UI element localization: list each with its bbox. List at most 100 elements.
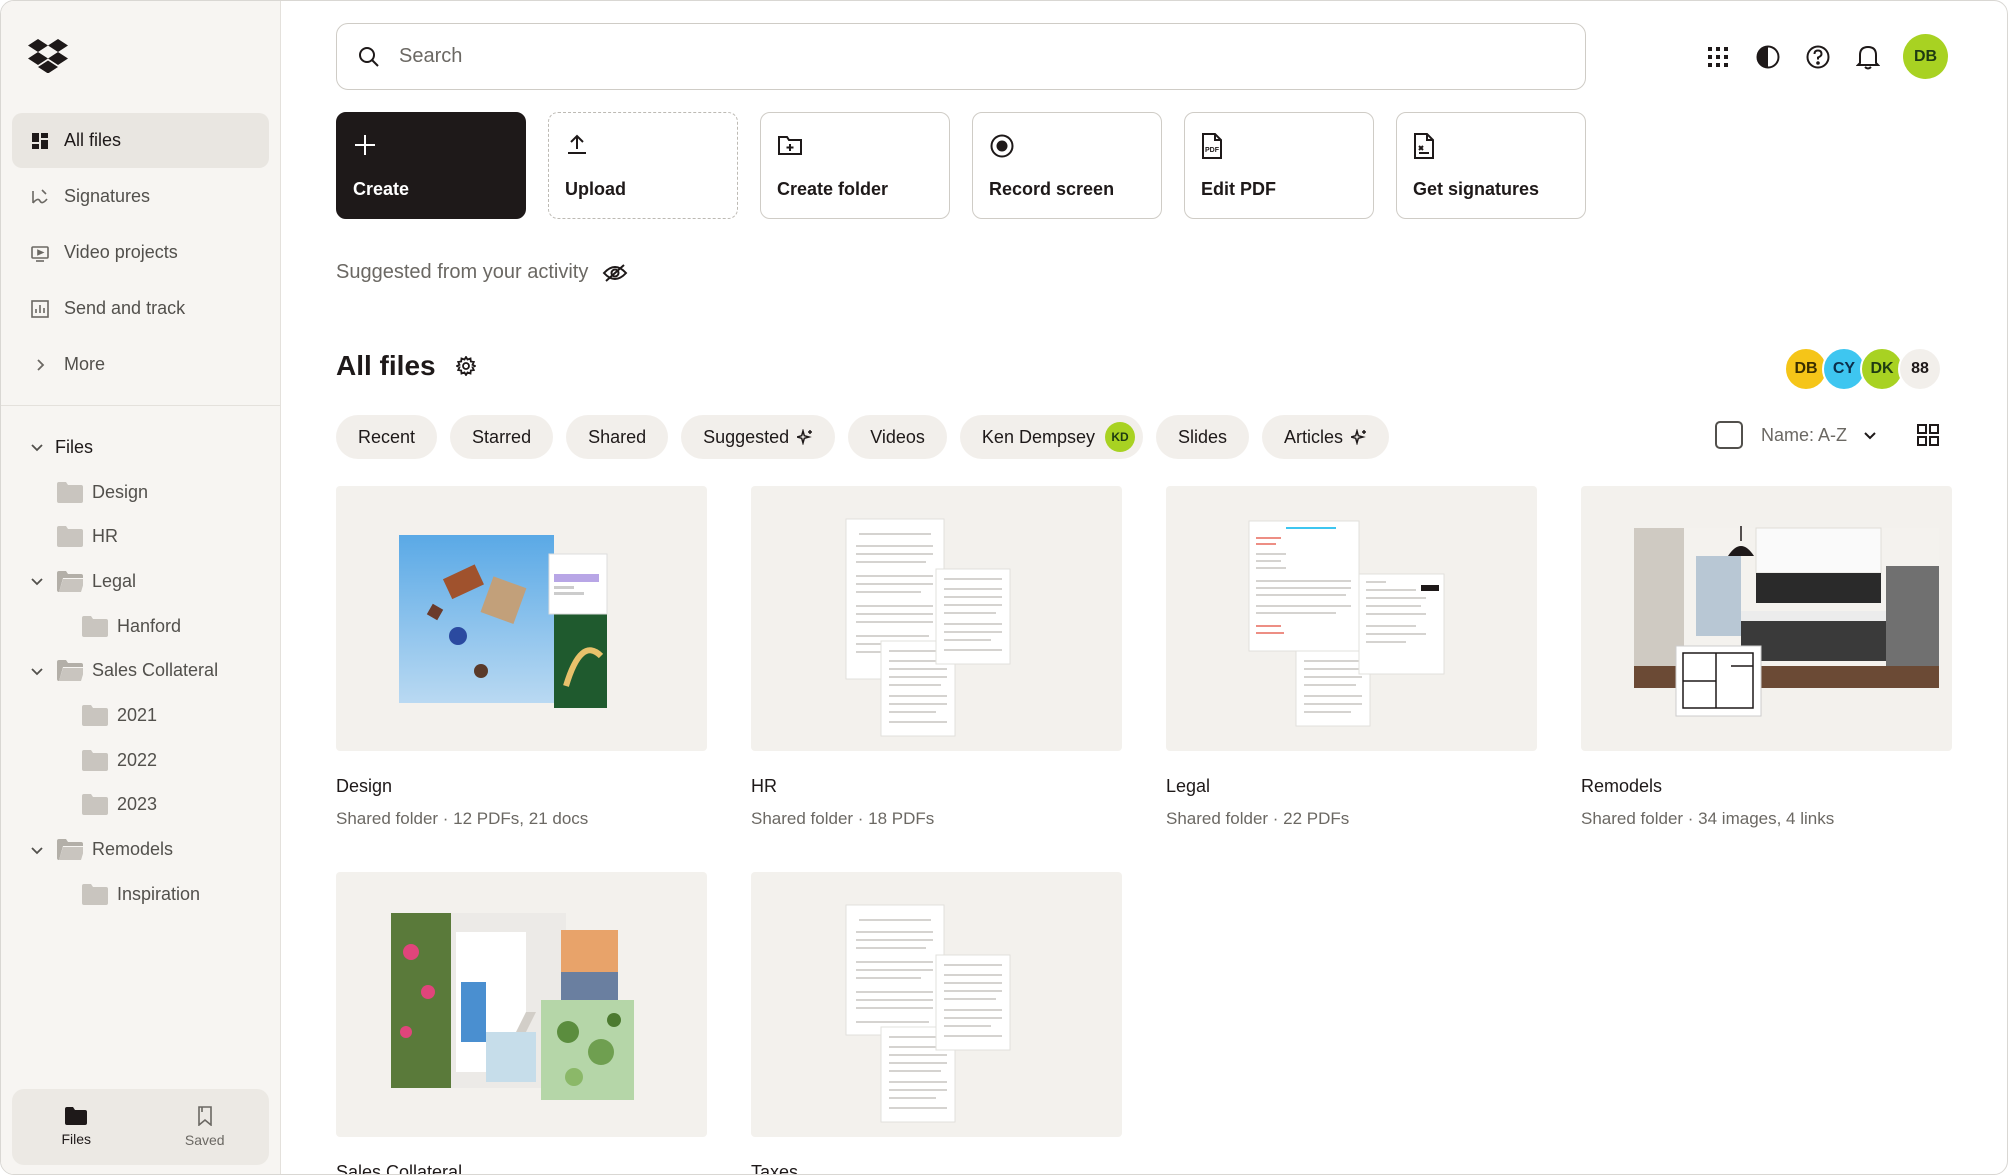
upload-button[interactable]: Upload <box>548 112 738 219</box>
help-icon[interactable] <box>1801 40 1835 74</box>
folder-thumbnail <box>1166 486 1537 751</box>
plus-icon <box>355 135 375 155</box>
file-card-design[interactable]: Design Shared folder · 12 PDFs, 21 docs <box>336 486 707 829</box>
tab-files[interactable]: Files <box>12 1089 141 1165</box>
tree-item-inspiration[interactable]: Inspiration <box>1 872 281 917</box>
sidebar-item-more[interactable]: More <box>12 337 269 392</box>
chevron-right-icon <box>29 354 51 376</box>
file-card-legal[interactable]: Legal Shared folder · 22 PDFs <box>1166 486 1537 829</box>
sparkle-icon <box>1351 429 1367 445</box>
file-card-hr[interactable]: HR Shared folder · 18 PDFs <box>751 486 1122 829</box>
search-input[interactable] <box>399 45 1499 68</box>
tree-label: HR <box>92 526 118 547</box>
tab-saved[interactable]: Saved <box>141 1089 270 1165</box>
file-card-sales-collateral[interactable]: Sales Collateral <box>336 872 707 1174</box>
action-label: Upload <box>565 179 626 199</box>
chevron-down-icon[interactable] <box>25 569 49 593</box>
folder-icon <box>82 704 108 726</box>
tree-item-sales-collateral[interactable]: Sales Collateral <box>1 648 281 693</box>
action-label: Edit PDF <box>1201 179 1276 199</box>
tab-label: Files <box>61 1131 92 1147</box>
folder-icon <box>57 526 83 548</box>
file-name: Remodels <box>1581 776 1663 796</box>
sidebar-item-label: All files <box>64 130 122 150</box>
upload-icon <box>568 134 586 154</box>
all-files-icon <box>29 130 51 152</box>
chip-label: Articles <box>1284 426 1344 447</box>
tree-item-hanford[interactable]: Hanford <box>1 604 281 649</box>
filter-chips: Recent Starred Shared Suggested Videos K… <box>336 415 1402 459</box>
chevron-down-icon[interactable] <box>25 659 49 683</box>
filter-shared[interactable]: Shared <box>566 415 669 459</box>
file-name: Taxes <box>751 1162 799 1175</box>
sparkle-icon <box>797 429 813 445</box>
sidebar-item-video-projects[interactable]: Video projects <box>12 225 269 280</box>
file-card-remodels[interactable]: Remodels Shared folder · 34 images, 4 li… <box>1581 486 1952 829</box>
chevron-down-icon[interactable] <box>25 435 49 459</box>
signature-doc-icon <box>1414 133 1434 159</box>
folder-icon <box>82 615 108 637</box>
tree-item-design[interactable]: Design <box>1 470 281 515</box>
tree-item-legal[interactable]: Legal <box>1 559 281 604</box>
record-screen-button[interactable]: Record screen <box>972 112 1162 219</box>
sidebar-item-all-files[interactable]: All files <box>12 113 269 168</box>
contrast-icon[interactable] <box>1751 40 1785 74</box>
shared-members[interactable]: DB CY DK 88 <box>1784 347 1942 391</box>
tree-label: Files <box>55 436 94 457</box>
folder-icon <box>82 883 108 905</box>
tree-label: Hanford <box>117 615 182 636</box>
dropbox-logo-icon[interactable] <box>28 37 68 73</box>
chevron-down-icon <box>1864 432 1876 440</box>
sidebar-item-label: More <box>64 354 106 374</box>
sidebar-item-signatures[interactable]: Signatures <box>12 169 269 224</box>
eye-off-icon[interactable] <box>602 263 628 283</box>
create-folder-button[interactable]: Create folder <box>760 112 950 219</box>
grid-view-icon[interactable] <box>1917 424 1940 446</box>
tab-label: Saved <box>184 1132 225 1148</box>
search-bar[interactable] <box>336 23 1586 90</box>
tree-header-files[interactable]: Files <box>1 425 281 470</box>
filter-articles[interactable]: Articles <box>1262 415 1390 459</box>
get-signatures-button[interactable]: Get signatures <box>1396 112 1586 219</box>
tree-item-2023[interactable]: 2023 <box>1 783 281 828</box>
sidebar-item-send-and-track[interactable]: Send and track <box>12 281 269 336</box>
tree-label: Remodels <box>92 839 174 860</box>
documents-preview-image <box>845 904 1011 1123</box>
design-collage-image <box>399 535 608 708</box>
sort-label: Name: A-Z <box>1761 424 1848 445</box>
action-label: Get signatures <box>1413 179 1540 199</box>
gear-icon[interactable] <box>455 356 476 376</box>
filter-recent[interactable]: Recent <box>336 415 438 459</box>
tree-label: Inspiration <box>117 883 201 904</box>
tree-item-hr[interactable]: HR <box>1 514 281 559</box>
user-avatar[interactable]: DB <box>1903 34 1948 79</box>
sort-dropdown[interactable]: Name: A-Z <box>1761 425 1877 446</box>
apps-grid-icon[interactable] <box>1701 40 1735 74</box>
folder-open-icon <box>57 660 83 682</box>
tree-item-remodels[interactable]: Remodels <box>1 827 281 872</box>
filter-ken-dempsey[interactable]: Ken Dempsey KD <box>959 415 1143 459</box>
tree-item-2021[interactable]: 2021 <box>1 693 281 738</box>
action-label: Create <box>353 179 410 199</box>
edit-pdf-button[interactable]: PDF Edit PDF <box>1184 112 1374 219</box>
chip-label: Slides <box>1177 426 1228 447</box>
chevron-down-icon[interactable] <box>25 838 49 862</box>
tree-item-2022[interactable]: 2022 <box>1 738 281 783</box>
page-title: All files <box>336 350 476 382</box>
file-name: Design <box>336 776 393 796</box>
action-label: Record screen <box>989 179 1115 199</box>
tree-label: 2023 <box>117 794 158 815</box>
file-meta: Shared folder · 18 PDFs <box>751 809 935 828</box>
filter-slides[interactable]: Slides <box>1155 415 1250 459</box>
create-button[interactable]: Create <box>336 112 526 219</box>
filter-videos[interactable]: Videos <box>848 415 947 459</box>
member-count[interactable]: 88 <box>1898 347 1942 391</box>
pdf-icon: PDF <box>1202 133 1222 159</box>
folder-icon <box>82 794 108 816</box>
suggested-label: Suggested from your activity <box>336 261 589 283</box>
bell-icon[interactable] <box>1851 40 1885 74</box>
filter-suggested[interactable]: Suggested <box>681 415 836 459</box>
select-all-checkbox[interactable] <box>1715 421 1743 449</box>
file-card-taxes[interactable]: Taxes <box>751 872 1122 1175</box>
filter-starred[interactable]: Starred <box>450 415 554 459</box>
